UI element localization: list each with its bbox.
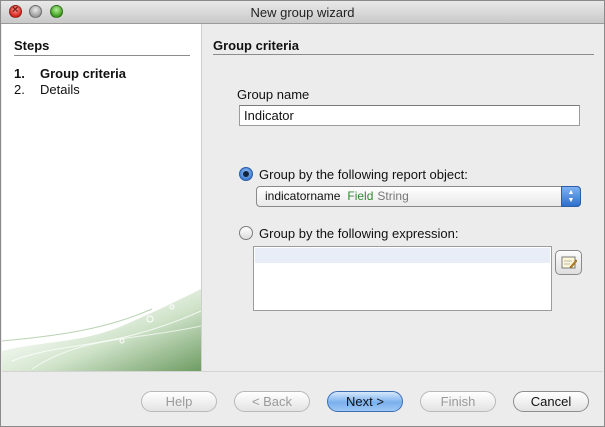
step-item-group-criteria: 1. Group criteria (14, 66, 126, 81)
decorative-swirl-graphic (2, 289, 201, 371)
expression-first-line (255, 248, 550, 263)
group-name-label: Group name (237, 87, 310, 102)
expression-editor-button[interactable] (555, 250, 582, 275)
select-object-kind: Field (347, 189, 374, 203)
select-object-type: String (377, 189, 409, 203)
up-down-chevron-icon[interactable]: ▲ ▼ (561, 186, 581, 207)
back-button[interactable]: < Back (234, 391, 310, 412)
steps-panel: Steps 1. Group criteria 2. Details (2, 24, 202, 371)
finish-button[interactable]: Finish (420, 391, 496, 412)
footer-divider (2, 371, 603, 372)
group-name-input[interactable]: Indicator (239, 105, 580, 126)
cancel-button[interactable]: Cancel (513, 391, 589, 412)
expression-textarea[interactable] (253, 246, 552, 311)
next-button[interactable]: Next > (327, 391, 403, 412)
step-item-details: 2. Details (14, 82, 80, 97)
report-object-option-label[interactable]: Group by the following report object: (259, 167, 468, 182)
help-button[interactable]: Help (141, 391, 217, 412)
step-label: Group criteria (40, 66, 126, 81)
report-object-radio[interactable] (239, 167, 253, 181)
step-number: 1. (14, 66, 25, 81)
title-bar[interactable]: × New group wizard (1, 1, 604, 24)
report-object-select[interactable]: indicatorname Field String ▲ ▼ (256, 186, 581, 207)
expression-option-label[interactable]: Group by the following expression: (259, 226, 458, 241)
step-number: 2. (14, 82, 25, 97)
section-divider (213, 54, 594, 55)
window-title: New group wizard (250, 5, 355, 20)
expression-editor-icon (561, 256, 577, 269)
expression-radio[interactable] (239, 226, 253, 240)
select-object-name: indicatorname (265, 189, 341, 203)
step-label: Details (40, 82, 80, 97)
wizard-window: × New group wizard Steps 1. Group criteri… (0, 0, 605, 427)
steps-heading: Steps (14, 38, 50, 53)
section-title: Group criteria (213, 38, 299, 53)
steps-divider (14, 55, 190, 56)
